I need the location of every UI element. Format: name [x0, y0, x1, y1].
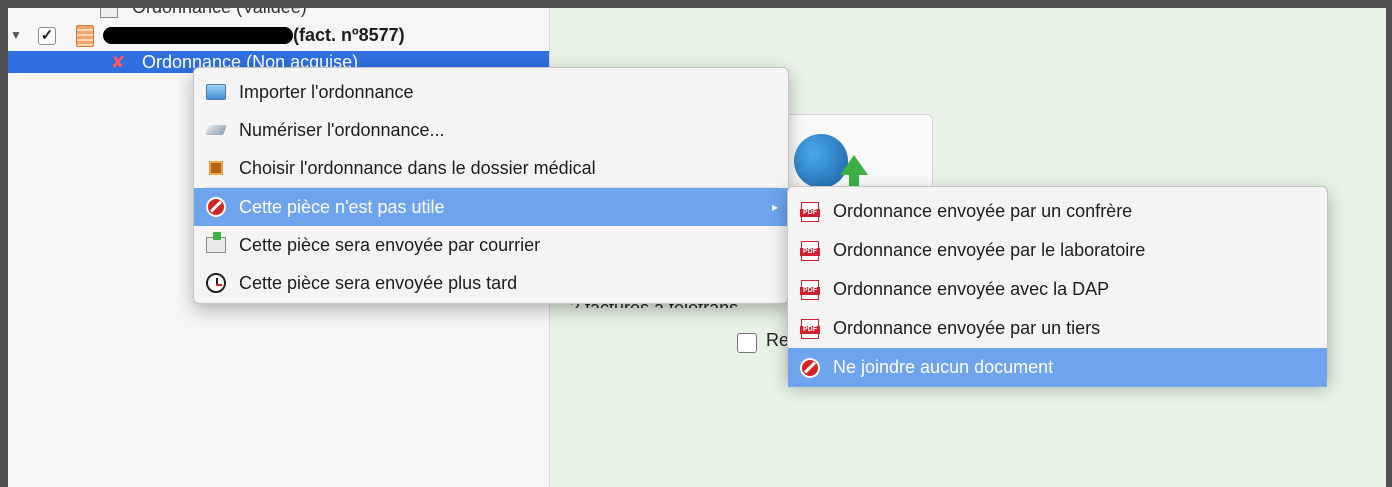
submenu-item-attach-no-document[interactable]: Ne joindre aucun document: [788, 348, 1327, 387]
menu-item-label: Ordonnance envoyée par un confrère: [833, 201, 1133, 221]
menu-item-label: Cette pièce sera envoyée plus tard: [239, 273, 518, 293]
import-image-icon: [206, 82, 226, 102]
menu-item-label: Ordonnance envoyée avec la DAP: [833, 279, 1110, 299]
option-checkbox-label: Re: [766, 330, 790, 350]
menu-item-label: Ordonnance envoyée par le laboratoire: [833, 240, 1146, 260]
missing-document-icon: ✘: [111, 53, 126, 72]
scanner-icon: [205, 120, 227, 140]
menu-item-scan-prescription[interactable]: Numériser l'ordonnance...: [194, 111, 788, 149]
option-checkbox[interactable]: [737, 333, 757, 353]
menu-item-label: Importer l'ordonnance: [239, 82, 414, 102]
submenu-item-sent-with-dap[interactable]: PDF Ordonnance envoyée avec la DAP: [788, 270, 1327, 309]
pdf-icon: PDF: [800, 279, 820, 300]
tree-row-label: Ordonnance (Validée): [132, 8, 307, 17]
submenu-arrow-icon: ▸: [771, 200, 778, 214]
menu-item-label: Choisir l'ordonnance dans le dossier méd…: [239, 158, 596, 178]
menu-item-send-by-mail[interactable]: Cette pièce sera envoyée par courrier: [194, 226, 788, 264]
menu-item-import-prescription[interactable]: Importer l'ordonnance: [194, 73, 788, 111]
document-icon: [100, 8, 118, 19]
tree-row-invoice[interactable]: ▼ ✓ (fact. nº8577): [8, 24, 549, 47]
pdf-icon: PDF: [800, 318, 820, 339]
menu-item-label: Numériser l'ordonnance...: [239, 120, 445, 140]
submenu-item-sent-by-third-party[interactable]: PDF Ordonnance envoyée par un tiers: [788, 309, 1327, 348]
forbidden-icon: [206, 197, 226, 217]
menu-item-label: Cette pièce n'est pas utile: [239, 197, 445, 217]
invoice-checkbox[interactable]: ✓: [38, 27, 56, 45]
context-menu: Importer l'ordonnance Numériser l'ordonn…: [193, 67, 789, 304]
pdf-icon: PDF: [800, 201, 820, 222]
menu-item-label: Cette pièce sera envoyée par courrier: [239, 235, 541, 255]
clock-icon: [206, 273, 226, 293]
disclosure-triangle-icon[interactable]: ▼: [10, 24, 22, 46]
submenu-item-sent-by-laboratory[interactable]: PDF Ordonnance envoyée par le laboratoir…: [788, 231, 1327, 270]
menu-item-not-useful[interactable]: Cette pièce n'est pas utile ▸: [194, 188, 788, 226]
menu-item-label: Ne joindre aucun document: [833, 357, 1054, 377]
mail-icon: [206, 232, 226, 255]
submenu-item-sent-by-colleague[interactable]: PDF Ordonnance envoyée par un confrère: [788, 192, 1327, 231]
tree-row-validated-prescription[interactable]: Ordonnance (Validée): [100, 8, 307, 19]
invoice-number-label: (fact. nº8577): [293, 25, 405, 45]
submenu-not-useful: PDF Ordonnance envoyée par un confrère P…: [787, 186, 1328, 387]
menu-item-send-later[interactable]: Cette pièce sera envoyée plus tard: [194, 264, 788, 302]
invoice-folder-icon: [76, 25, 94, 47]
pdf-icon: PDF: [800, 240, 820, 261]
medical-folder-icon: [206, 158, 226, 178]
forbidden-icon: [800, 357, 820, 378]
menu-item-choose-from-medical-file[interactable]: Choisir l'ordonnance dans le dossier méd…: [194, 149, 788, 187]
redacted-patient-name: [103, 27, 293, 44]
upload-arrow-icon: [840, 155, 868, 175]
menu-item-label: Ordonnance envoyée par un tiers: [833, 318, 1101, 338]
